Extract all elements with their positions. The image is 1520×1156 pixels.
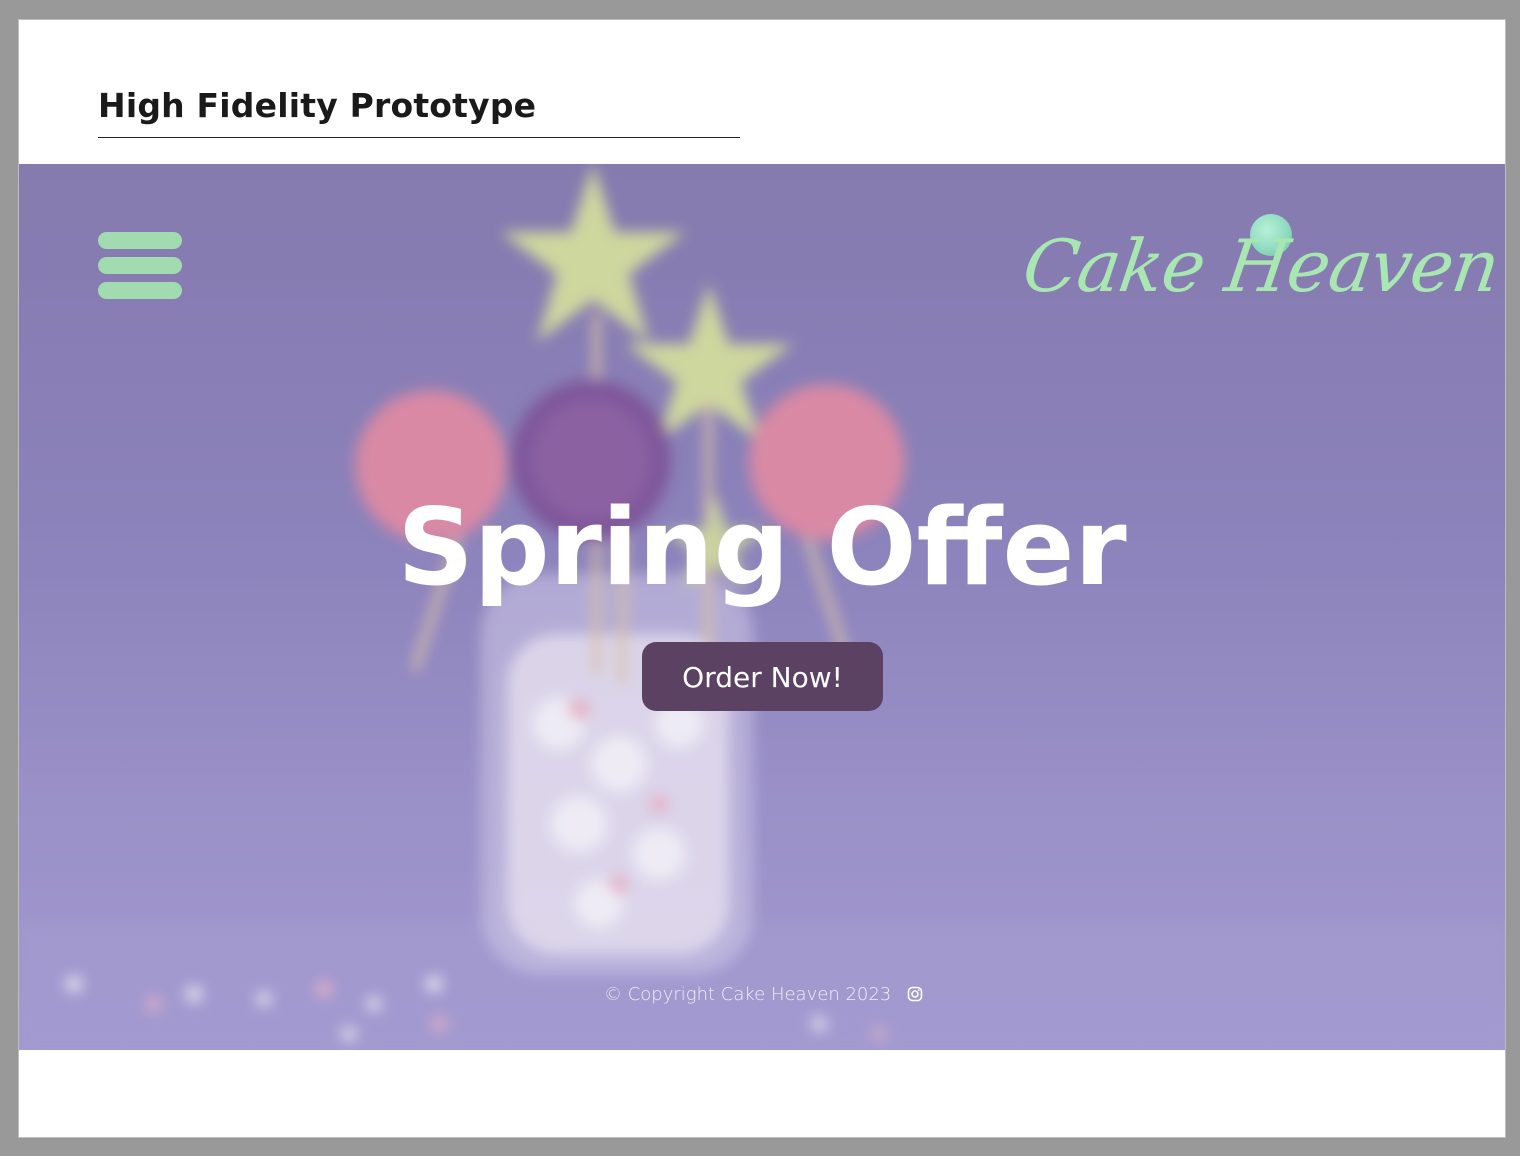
logo-text: Cake Heaven xyxy=(1018,224,1505,308)
title-underline xyxy=(98,137,740,138)
menu-bar-middle xyxy=(98,257,182,274)
brand-logo[interactable]: Cake Heaven xyxy=(1018,210,1504,340)
prototype-sheet: High Fidelity Prototype Cake Heaven Spri… xyxy=(19,20,1505,1137)
document-title: High Fidelity Prototype xyxy=(98,86,537,125)
menu-bar-bottom xyxy=(98,282,182,299)
instagram-icon[interactable] xyxy=(907,986,923,1002)
hamburger-menu-icon[interactable] xyxy=(98,232,182,300)
menu-bar-top xyxy=(98,232,182,249)
copyright-text: © Copyright Cake Heaven 2023 xyxy=(604,983,892,1005)
footer: © Copyright Cake Heaven 2023 xyxy=(604,980,923,1008)
order-now-button[interactable]: Order Now! xyxy=(642,642,883,711)
hero-headline: Spring Offer xyxy=(397,486,1127,609)
hero-banner: Cake Heaven Spring Offer Order Now! © Co… xyxy=(19,164,1505,1050)
